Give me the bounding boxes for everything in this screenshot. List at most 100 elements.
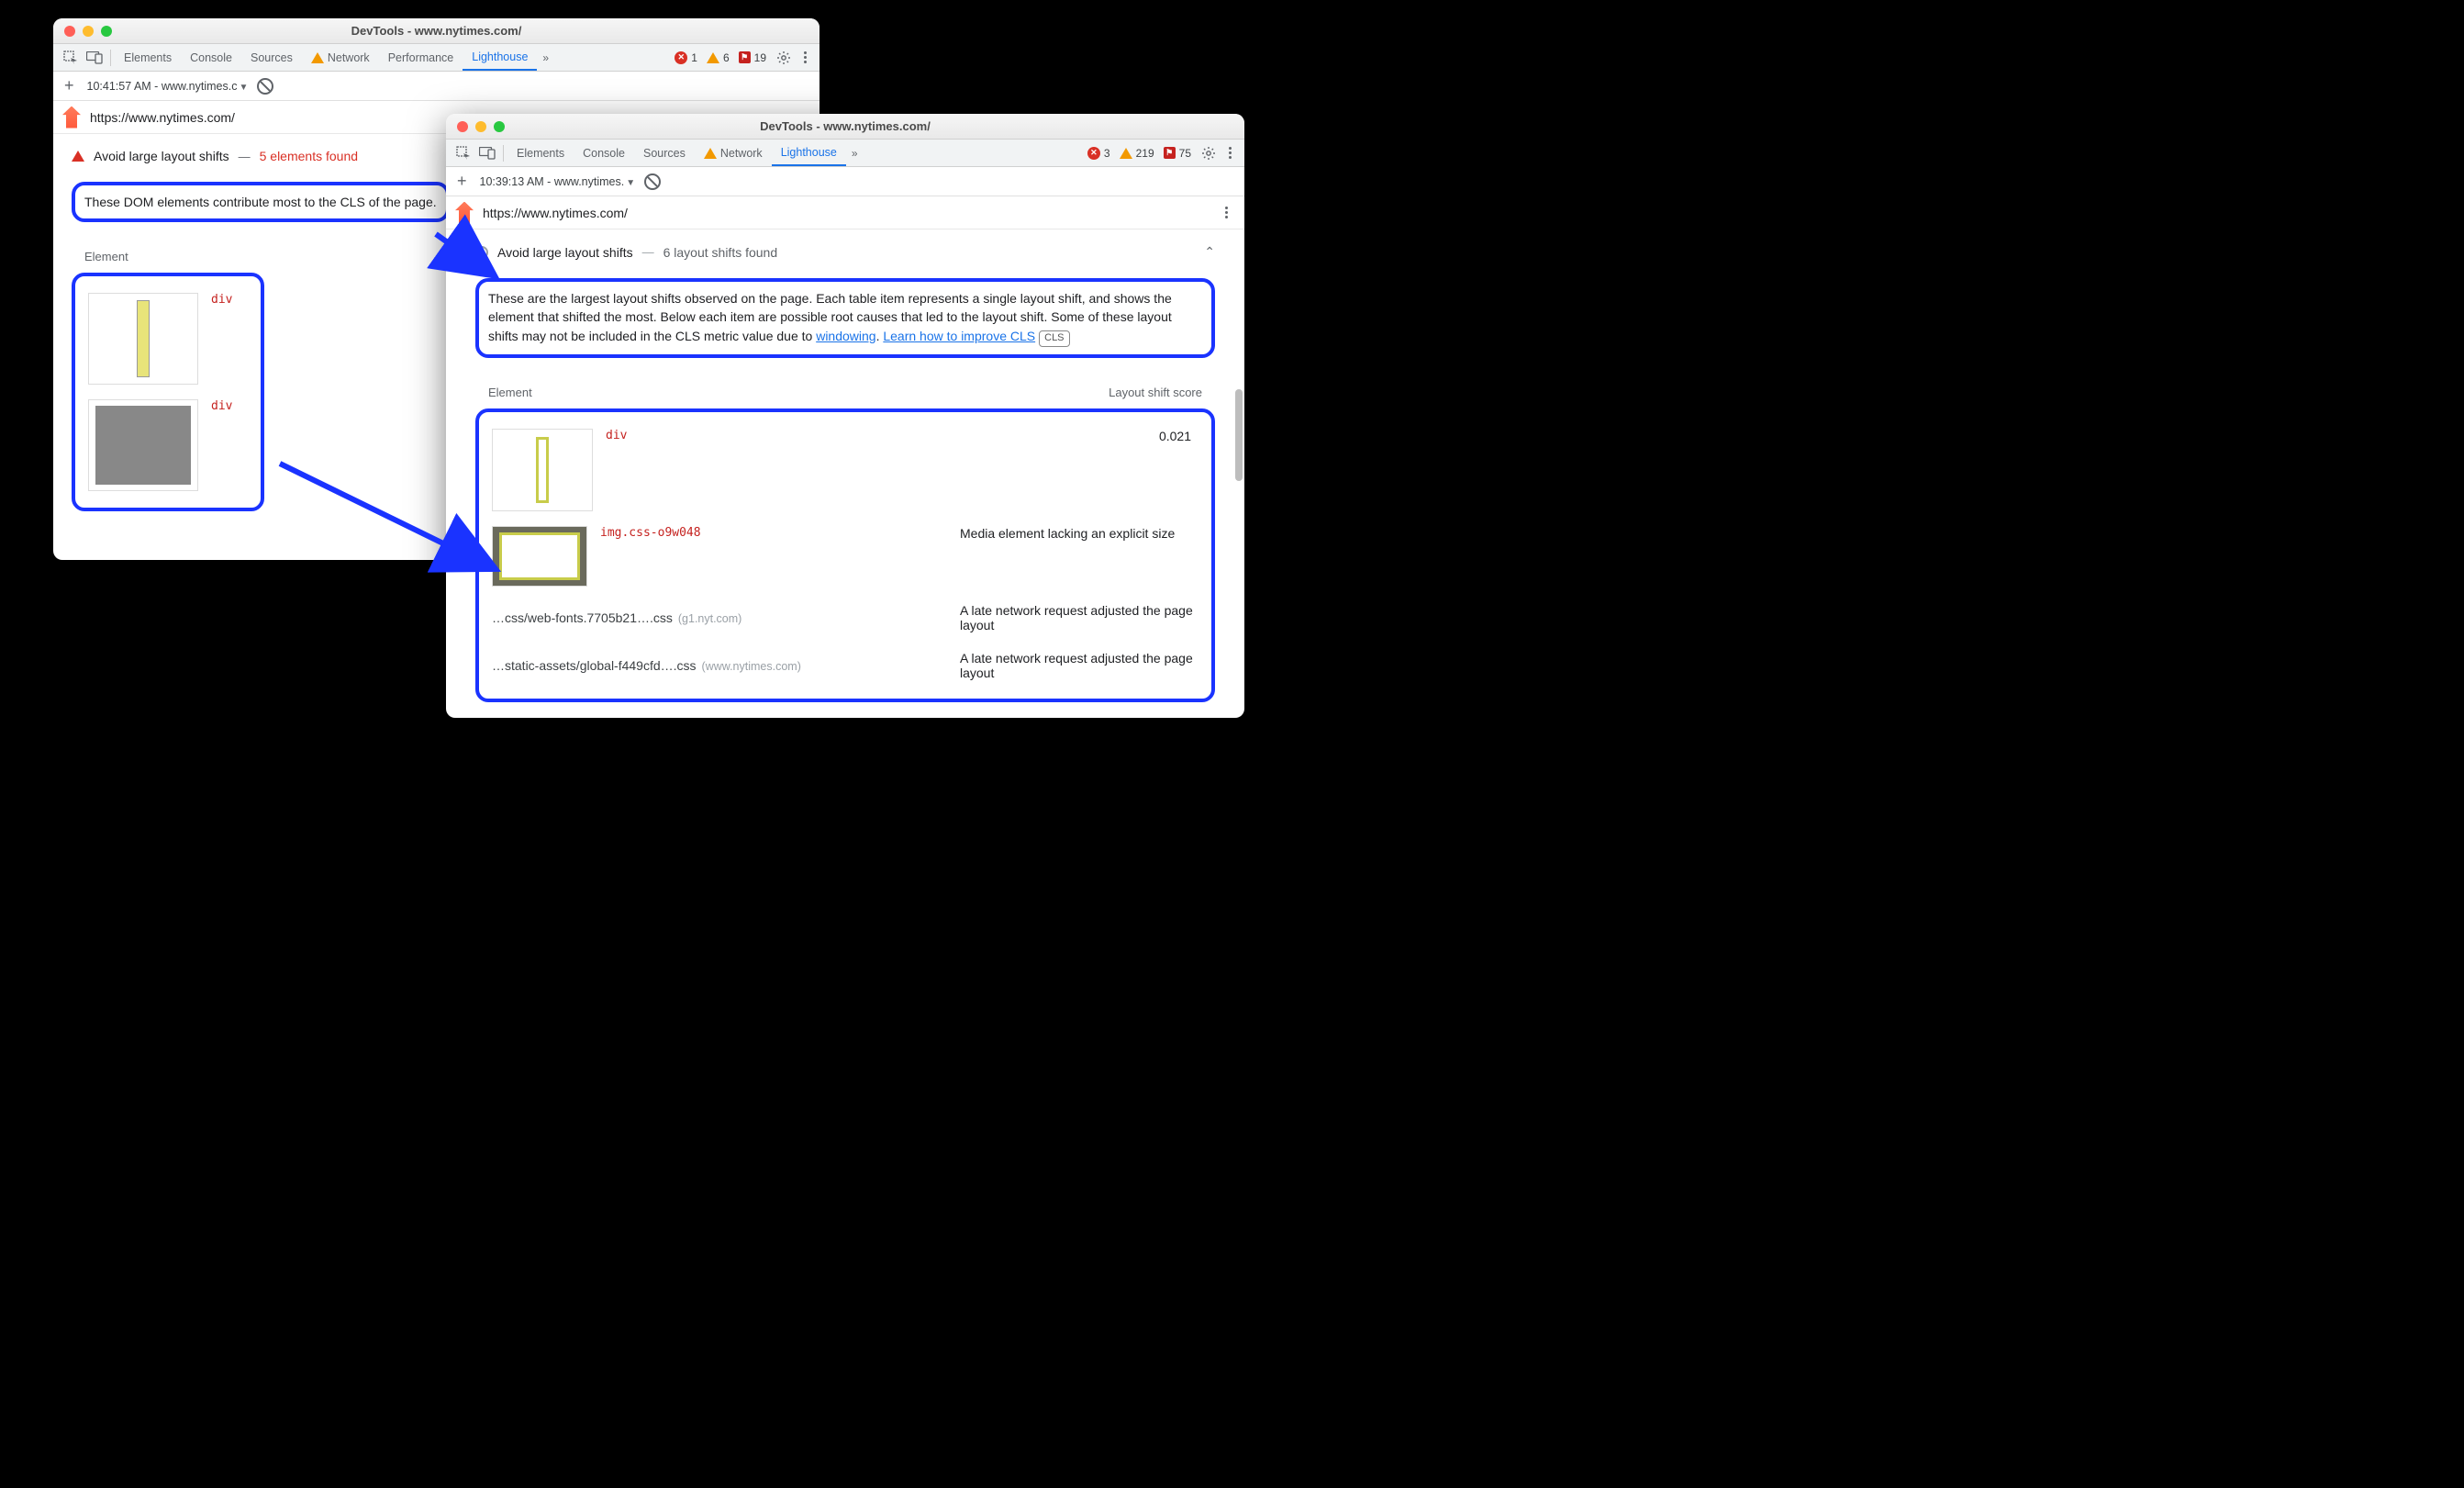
inspect-icon[interactable] xyxy=(452,142,475,164)
more-icon[interactable] xyxy=(1221,147,1239,159)
minimize-icon[interactable] xyxy=(475,121,486,132)
tab-lighthouse[interactable]: Lighthouse xyxy=(772,140,846,166)
report-menu-icon[interactable] xyxy=(1217,207,1235,218)
element-selector: div xyxy=(211,293,232,307)
new-report-button[interactable]: + xyxy=(453,172,471,191)
warning-count[interactable]: 6 xyxy=(707,51,730,64)
console-counts: ✕3 219 ⚑75 xyxy=(1082,147,1197,160)
audit-subtitle: 5 elements found xyxy=(260,149,358,163)
warning-count[interactable]: 219 xyxy=(1120,147,1154,160)
report-content: Avoid large layout shifts — 6 layout shi… xyxy=(446,229,1244,718)
issue-icon: ⚑ xyxy=(739,51,751,63)
tab-sources[interactable]: Sources xyxy=(241,44,302,71)
tab-sources[interactable]: Sources xyxy=(634,140,695,166)
table-row[interactable]: div xyxy=(84,285,251,392)
page-url: https://www.nytimes.com/ xyxy=(483,206,628,220)
devtools-tabbar: Elements Console Sources Network Lightho… xyxy=(446,140,1244,167)
layout-shift-score: 0.021 xyxy=(1159,429,1199,443)
warning-icon xyxy=(1120,148,1132,159)
audit-description: These DOM elements contribute most to th… xyxy=(72,182,450,222)
new-report-button[interactable]: + xyxy=(61,76,78,95)
more-icon[interactable] xyxy=(796,51,814,63)
tab-network[interactable]: Network xyxy=(695,140,772,166)
devtools-window-right: DevTools - www.nytimes.com/ Elements Con… xyxy=(446,114,1244,718)
page-url: https://www.nytimes.com/ xyxy=(90,110,235,125)
report-selector[interactable]: 10:41:57 AM - www.nytimes.c▼ xyxy=(87,80,249,93)
scrollbar[interactable] xyxy=(1235,389,1243,481)
caret-down-icon: ▼ xyxy=(239,83,248,93)
tabs-overflow-icon[interactable]: » xyxy=(537,51,554,64)
cause-text: A late network request adjusted the page… xyxy=(960,603,1199,632)
cls-tag: CLS xyxy=(1039,330,1069,347)
collapse-icon[interactable]: ⌃ xyxy=(1204,244,1215,260)
element-selector: div xyxy=(606,429,627,442)
cause-row: …css/web-fonts.7705b21….css(g1.nyt.com) … xyxy=(488,594,1202,642)
settings-icon[interactable] xyxy=(772,47,796,69)
titlebar[interactable]: DevTools - www.nytimes.com/ xyxy=(53,18,819,44)
issue-icon: ⚑ xyxy=(1164,147,1176,159)
minimize-icon[interactable] xyxy=(83,26,94,37)
device-toggle-icon[interactable] xyxy=(83,47,106,69)
window-title: DevTools - www.nytimes.com/ xyxy=(53,24,819,38)
clear-button[interactable] xyxy=(644,173,661,190)
th-element: Element xyxy=(488,386,1055,399)
thumbnail xyxy=(88,293,198,385)
audit-header[interactable]: Avoid large layout shifts — 6 layout shi… xyxy=(475,239,1215,265)
table-row[interactable]: img.css-o9w048 Media element lacking an … xyxy=(488,519,1202,594)
info-count[interactable]: ⚑19 xyxy=(739,51,766,64)
window-title: DevTools - www.nytimes.com/ xyxy=(446,119,1244,133)
inspect-icon[interactable] xyxy=(59,47,83,69)
neutral-icon xyxy=(475,246,488,259)
titlebar[interactable]: DevTools - www.nytimes.com/ xyxy=(446,114,1244,140)
table-row[interactable]: div 0.021 xyxy=(488,421,1202,519)
lighthouse-icon xyxy=(62,106,81,129)
cause-source: …css/web-fonts.7705b21….css(g1.nyt.com) xyxy=(492,610,942,625)
thumbnail xyxy=(492,526,587,587)
zoom-icon[interactable] xyxy=(494,121,505,132)
settings-icon[interactable] xyxy=(1197,142,1221,164)
lighthouse-icon xyxy=(455,202,474,224)
close-icon[interactable] xyxy=(457,121,468,132)
error-count[interactable]: ✕1 xyxy=(675,51,697,64)
url-bar: https://www.nytimes.com/ xyxy=(446,196,1244,229)
cause-source: …static-assets/global-f449cfd….css(www.n… xyxy=(492,658,942,673)
tab-console[interactable]: Console xyxy=(574,140,634,166)
tab-lighthouse[interactable]: Lighthouse xyxy=(463,44,537,71)
tabs-overflow-icon[interactable]: » xyxy=(846,147,864,160)
console-counts: ✕1 6 ⚑19 xyxy=(669,51,772,64)
tab-performance[interactable]: Performance xyxy=(379,44,463,71)
devtools-tabbar: Elements Console Sources Network Perform… xyxy=(53,44,819,72)
table-row[interactable]: div xyxy=(84,392,251,498)
table-header: Element Layout shift score xyxy=(475,376,1215,408)
learn-cls-link[interactable]: Learn how to improve CLS xyxy=(883,329,1035,343)
lighthouse-toolbar: + 10:39:13 AM - www.nytimes.▼ xyxy=(446,167,1244,196)
cause-row: …static-assets/global-f449cfd….css(www.n… xyxy=(488,642,1202,689)
root-cause: Media element lacking an explicit size xyxy=(960,526,1199,541)
clear-button[interactable] xyxy=(257,78,273,95)
audit-table: Element Layout shift score div 0.021 img… xyxy=(475,376,1215,702)
fail-icon xyxy=(72,151,84,162)
tab-network[interactable]: Network xyxy=(302,44,379,71)
zoom-icon[interactable] xyxy=(101,26,112,37)
element-list-highlight: div div xyxy=(72,273,264,511)
report-selector[interactable]: 10:39:13 AM - www.nytimes.▼ xyxy=(480,175,636,188)
audit-description: These are the largest layout shifts obse… xyxy=(475,278,1215,358)
windowing-link[interactable]: windowing xyxy=(816,329,875,343)
info-count[interactable]: ⚑75 xyxy=(1164,147,1191,160)
close-icon[interactable] xyxy=(64,26,75,37)
warning-icon xyxy=(311,52,324,63)
lighthouse-toolbar: + 10:41:57 AM - www.nytimes.c▼ xyxy=(53,72,819,101)
warning-icon xyxy=(704,148,717,159)
element-selector: div xyxy=(211,399,232,413)
caret-down-icon: ▼ xyxy=(626,178,635,188)
tab-console[interactable]: Console xyxy=(181,44,241,71)
cause-text: A late network request adjusted the page… xyxy=(960,651,1199,680)
tab-elements[interactable]: Elements xyxy=(115,44,181,71)
tab-elements[interactable]: Elements xyxy=(507,140,574,166)
audit-title: Avoid large layout shifts xyxy=(94,149,229,163)
error-icon: ✕ xyxy=(1087,147,1100,160)
device-toggle-icon[interactable] xyxy=(475,142,499,164)
error-count[interactable]: ✕3 xyxy=(1087,147,1110,160)
element-list-highlight: div 0.021 img.css-o9w048 Media element l… xyxy=(475,408,1215,702)
element-selector: img.css-o9w048 xyxy=(600,526,701,540)
